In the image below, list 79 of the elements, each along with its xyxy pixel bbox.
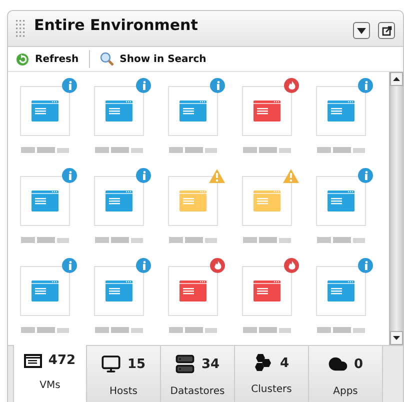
blurred-label-drawing [167,326,219,334]
vm-tile[interactable] [316,176,366,226]
window-icon [179,100,207,122]
tab-count: 4 [280,356,290,370]
blurred-label-drawing [315,236,367,244]
server-icon [175,354,196,374]
window-icon [327,100,355,122]
blurred-label-drawing [167,236,219,244]
window-icon [31,190,59,212]
window-icon [31,100,59,122]
dropdown-button[interactable] [353,22,370,39]
blurred-label-drawing [19,326,71,334]
vm-tile[interactable] [94,176,144,226]
vm-tile[interactable] [242,176,292,226]
caret-icon [357,28,366,34]
tab-label: Clusters [251,384,292,395]
scrollbar[interactable] [389,72,403,345]
window-icon [179,190,207,212]
vm-tile[interactable] [168,86,218,136]
tab-label: VMs [40,380,60,391]
drag-handle-icon [16,20,26,38]
blurred-label-drawing [93,326,145,334]
window-icon [105,280,133,302]
blurred-label-drawing [315,326,367,334]
blurred-label-drawing [19,236,71,244]
refresh-button[interactable]: Refresh [12,49,83,69]
blurred-label-drawing [19,146,71,154]
search-button[interactable]: Show in Search [96,49,210,69]
vm-tile[interactable] [20,266,70,316]
blurred-label-drawing [315,146,367,154]
scroll-up-button[interactable] [390,72,403,86]
window-icon [105,100,133,122]
blurred-label-drawing [93,236,145,244]
vm-tile[interactable] [20,86,70,136]
refresh-icon [16,52,29,66]
vm-tile[interactable] [242,266,292,316]
tab-count: 472 [48,353,76,368]
blurred-label-drawing [241,236,293,244]
category-tab[interactable]: 34 Datastores [161,346,235,402]
vm-tile[interactable] [20,176,70,226]
up-arrow-icon [393,77,400,81]
window-icon [253,190,281,212]
tab-label: Datastores [170,386,225,397]
window-icon [179,280,207,302]
tab-label: Hosts [110,386,138,397]
tab-count: 34 [201,356,220,372]
category-tab[interactable]: 0 Apps [309,346,383,402]
category-tab[interactable]: 15 Hosts [87,346,161,402]
tab-count: 15 [127,356,146,372]
window-icon [31,280,59,302]
computer-icon [101,354,122,374]
category-tab[interactable]: 4 Clusters [235,346,309,402]
down-arrow-icon [393,336,400,340]
window-icon [24,354,42,368]
vm-tile[interactable] [242,86,292,136]
search-icon [100,52,114,66]
popout-button[interactable] [378,22,395,39]
vm-tile[interactable] [168,176,218,226]
tab-count: 0 [354,356,364,372]
window-icon [327,190,355,212]
vm-tile[interactable] [316,266,366,316]
window-icon [253,100,281,122]
vm-tile[interactable] [316,86,366,136]
panel-title: Entire Environment [34,16,199,34]
scroll-down-button[interactable] [390,331,403,345]
blurred-label-drawing [241,146,293,154]
blurred-label-drawing [241,326,293,334]
window-icon [105,190,133,212]
window-icon [253,280,281,302]
blurred-label-drawing [93,146,145,154]
blurred-label-drawing [167,146,219,154]
category-tab[interactable]: 472 VMs [13,345,87,402]
window-icon [327,280,355,302]
vm-tile[interactable] [168,266,218,316]
hexagons-icon [254,354,274,372]
vm-tile[interactable] [94,86,144,136]
tab-label: Apps [333,386,358,397]
vm-tile[interactable] [94,266,144,316]
popout-icon [382,26,392,36]
